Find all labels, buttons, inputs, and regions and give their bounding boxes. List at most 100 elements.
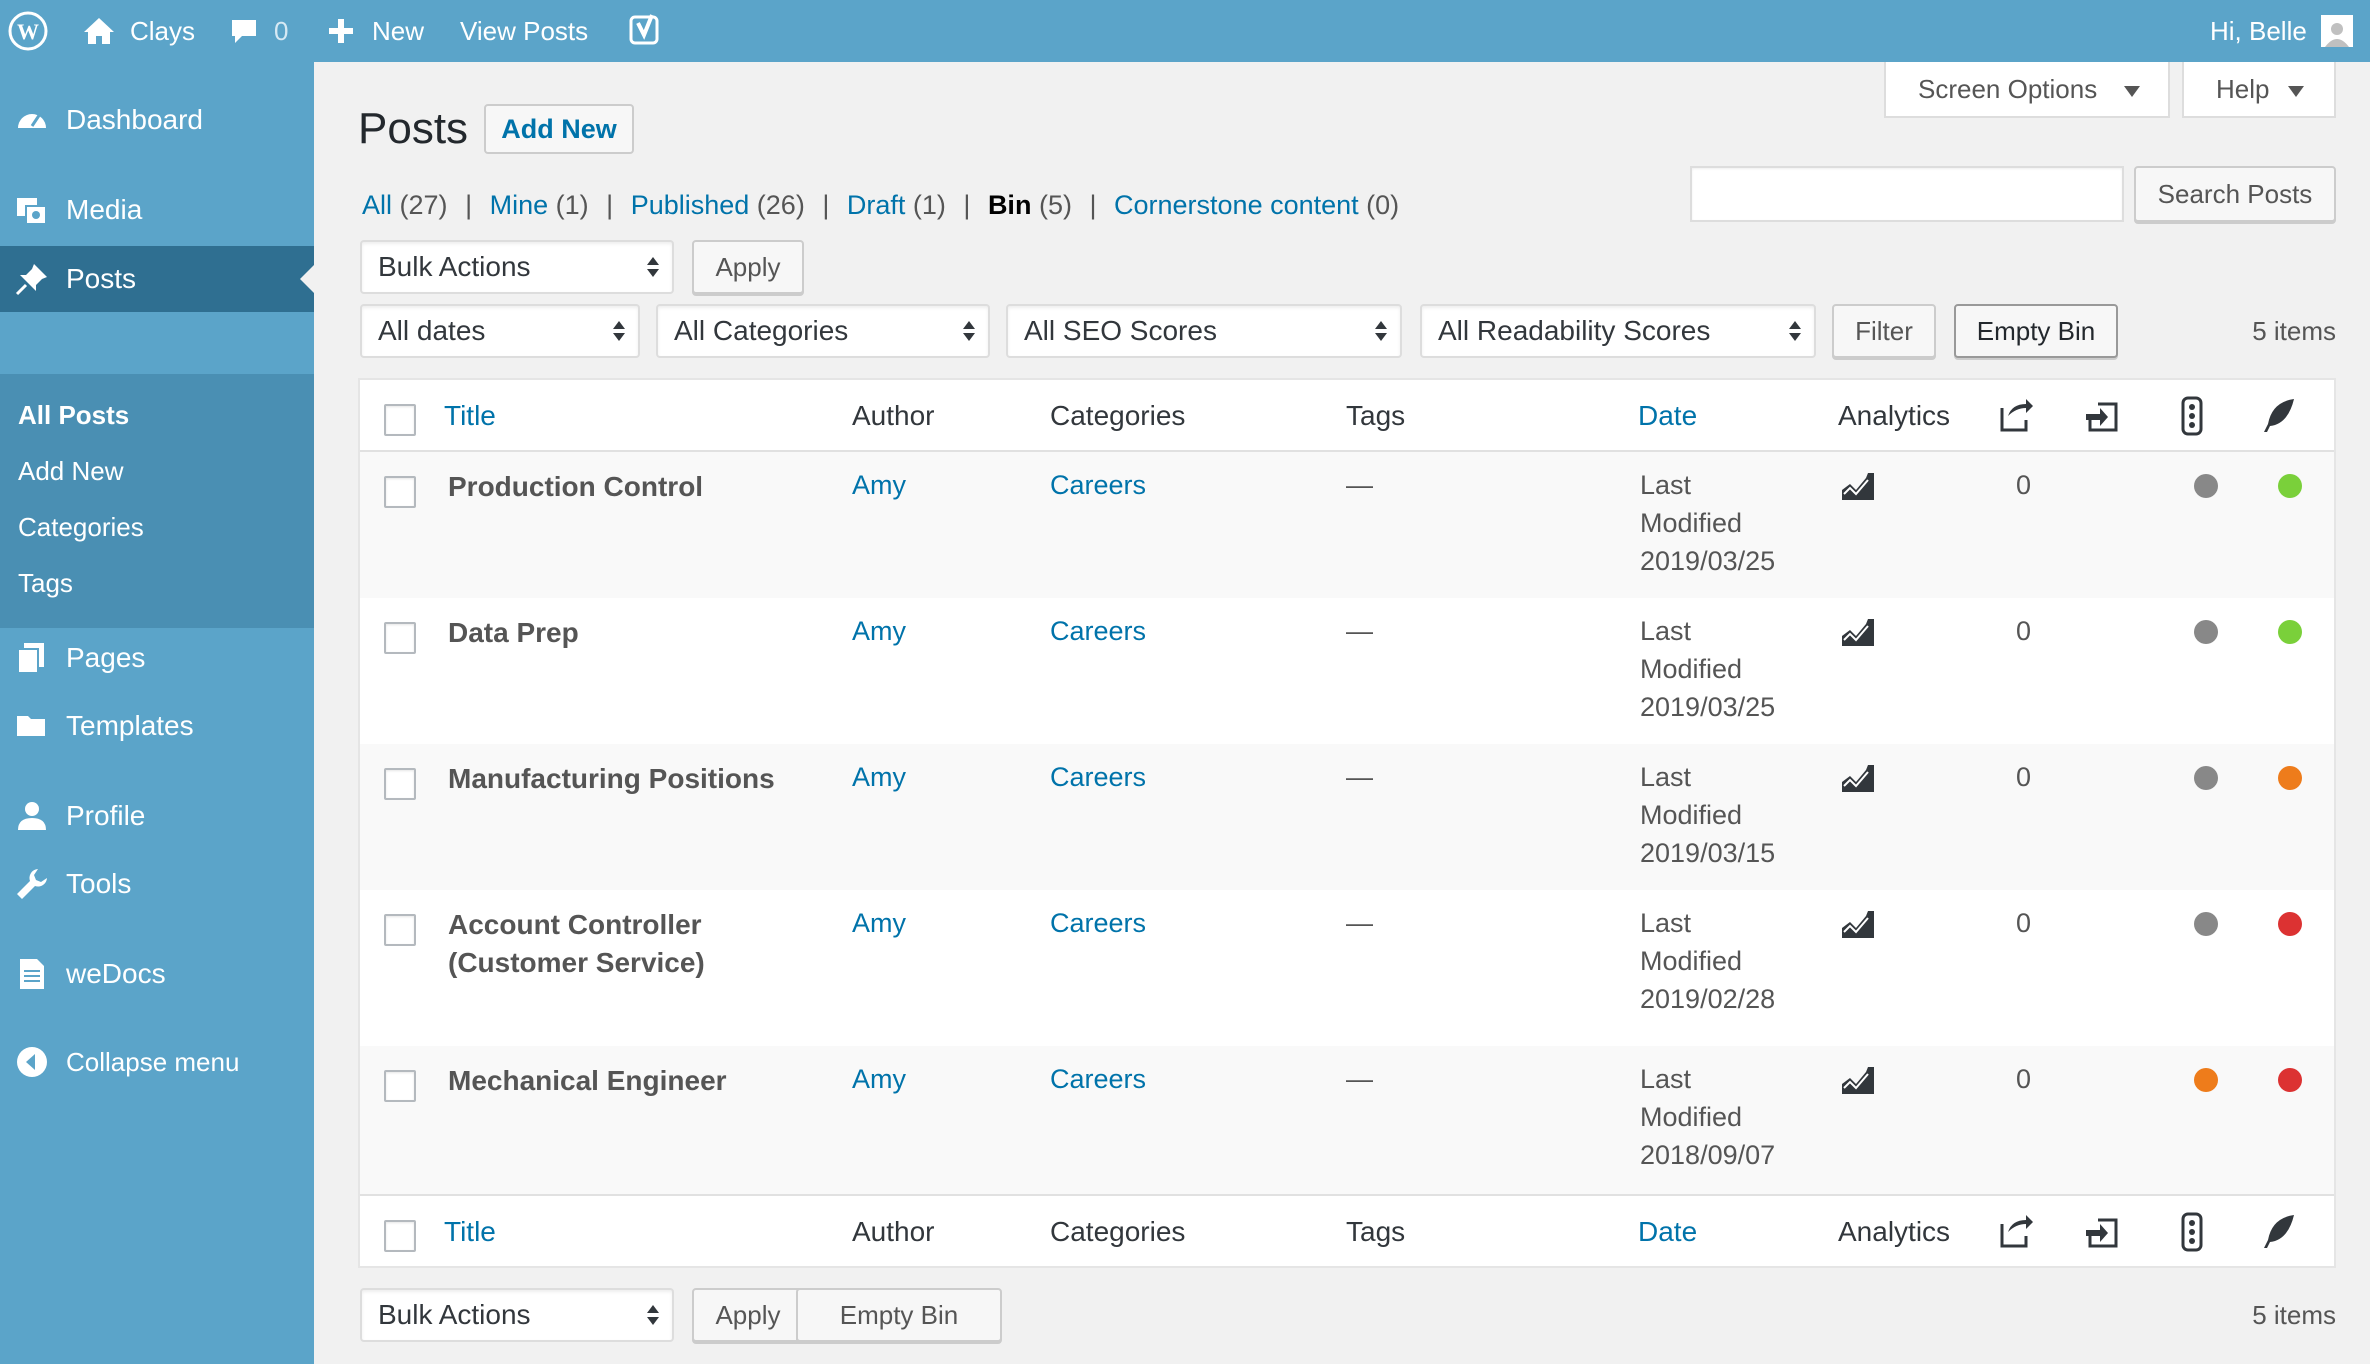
menu-tools[interactable]: Tools — [0, 854, 314, 914]
post-title[interactable]: Production Control — [448, 468, 808, 506]
menu-label: Templates — [66, 710, 194, 741]
row-checkbox[interactable] — [384, 476, 416, 508]
category-filter-select[interactable]: All Categories — [656, 304, 990, 358]
menu-label: Dashboard — [66, 104, 203, 135]
link-count: 0 — [2016, 762, 2032, 792]
column-date[interactable]: Date — [1638, 400, 1697, 432]
items-count-bottom: 5 items — [2252, 1300, 2336, 1330]
select-all-checkbox[interactable] — [384, 1220, 416, 1252]
post-title[interactable]: Data Prep — [448, 614, 808, 652]
post-category[interactable]: Careers — [1050, 762, 1146, 793]
apply-button-bottom[interactable]: Apply — [692, 1288, 804, 1342]
column-title[interactable]: Title — [444, 1216, 496, 1248]
menu-label: Profile — [66, 800, 146, 831]
column-categories: Categories — [1050, 1216, 1186, 1247]
apply-button[interactable]: Apply — [692, 240, 804, 294]
column-author: Author — [852, 1216, 935, 1247]
submenu-add-new[interactable]: Add New — [18, 456, 124, 487]
menu-templates[interactable]: Templates — [0, 696, 314, 756]
readability-filter-select[interactable]: All Readability Scores — [1420, 304, 1816, 358]
readability-score-dot — [2278, 474, 2302, 498]
view-published-link[interactable]: Published — [631, 190, 750, 220]
link-count: 0 — [2016, 470, 2032, 500]
post-category[interactable]: Careers — [1050, 908, 1146, 939]
row-checkbox[interactable] — [384, 622, 416, 654]
view-bin-link[interactable]: Bin — [988, 190, 1032, 220]
filter-button[interactable]: Filter — [1832, 304, 1936, 358]
bulk-actions-select-bottom[interactable]: Bulk Actions — [360, 1288, 674, 1342]
seo-filter-select[interactable]: All SEO Scores — [1006, 304, 1402, 358]
table-row: Production Control Amy Careers — Last Mo… — [360, 452, 2334, 598]
readability-score-dot — [2278, 620, 2302, 644]
date-value: 2019/03/25 — [1640, 692, 1776, 722]
add-new-button[interactable]: Add New — [484, 104, 634, 154]
bulk-actions-value: Bulk Actions — [378, 1299, 531, 1330]
menu-dashboard[interactable]: Dashboard — [0, 90, 314, 150]
analytics-chart-icon[interactable] — [1840, 908, 1876, 940]
submenu-all-posts[interactable]: All Posts — [18, 400, 129, 431]
column-title[interactable]: Title — [444, 400, 496, 432]
menu-posts[interactable]: Posts — [0, 246, 314, 312]
submenu-tags[interactable]: Tags — [18, 568, 73, 599]
analytics-chart-icon[interactable] — [1840, 470, 1876, 502]
post-tags: — — [1346, 908, 1373, 938]
readability-score-dot — [2278, 912, 2302, 936]
post-author[interactable]: Amy — [852, 908, 906, 939]
row-checkbox[interactable] — [384, 768, 416, 800]
post-author[interactable]: Amy — [852, 616, 906, 647]
search-input[interactable] — [1690, 166, 2124, 222]
submenu-categories[interactable]: Categories — [18, 512, 144, 543]
date-value: 2019/02/28 — [1640, 984, 1776, 1014]
screen-options-label: Screen Options — [1918, 73, 2098, 104]
new-content-link[interactable]: New — [326, 0, 424, 62]
empty-bin-button[interactable]: Empty Bin — [1954, 304, 2118, 358]
site-home-link[interactable]: Clays — [82, 0, 195, 62]
post-author[interactable]: Amy — [852, 1064, 906, 1095]
post-category[interactable]: Careers — [1050, 1064, 1146, 1095]
comments-link[interactable]: 0 — [228, 0, 288, 62]
post-category[interactable]: Careers — [1050, 470, 1146, 501]
screen-options-button[interactable]: Screen Options — [1884, 62, 2170, 118]
analytics-chart-icon[interactable] — [1840, 762, 1876, 794]
posts-submenu: All Posts Add New Categories Tags — [0, 374, 314, 628]
analytics-chart-icon[interactable] — [1840, 1064, 1876, 1096]
quill-icon — [2264, 1215, 2294, 1248]
category-filter-value: All Categories — [674, 315, 849, 346]
post-title[interactable]: Account Controller (Customer Service) — [448, 906, 778, 982]
bulk-actions-select[interactable]: Bulk Actions — [360, 240, 674, 294]
yoast-icon[interactable] — [628, 0, 664, 62]
column-date[interactable]: Date — [1638, 1216, 1697, 1248]
seo-score-dot — [2194, 766, 2218, 790]
column-analytics: Analytics — [1838, 400, 1951, 431]
post-title[interactable]: Manufacturing Positions — [448, 760, 808, 798]
greeting: Hi, Belle — [2210, 15, 2307, 46]
post-title[interactable]: Mechanical Engineer — [448, 1062, 808, 1100]
select-all-checkbox[interactable] — [384, 404, 416, 436]
traffic-light-icon — [2181, 1212, 2203, 1252]
view-posts-link[interactable]: View Posts — [460, 0, 588, 62]
menu-pages[interactable]: Pages — [0, 628, 314, 688]
menu-wedocs[interactable]: weDocs — [0, 944, 314, 1004]
collapse-menu-button[interactable]: Collapse menu — [0, 1032, 314, 1092]
empty-bin-button-bottom[interactable]: Empty Bin — [796, 1288, 1002, 1342]
menu-profile[interactable]: Profile — [0, 786, 314, 846]
post-category[interactable]: Careers — [1050, 616, 1146, 647]
view-cornerstone-link[interactable]: Cornerstone content — [1114, 190, 1359, 220]
wordpress-logo-icon[interactable]: W — [8, 0, 48, 62]
row-checkbox[interactable] — [384, 1070, 416, 1102]
view-all-link[interactable]: All — [362, 190, 392, 220]
table-row: Mechanical Engineer Amy Careers — Last M… — [360, 1046, 2334, 1194]
row-checkbox[interactable] — [384, 914, 416, 946]
view-mine-link[interactable]: Mine — [490, 190, 549, 220]
help-button[interactable]: Help — [2182, 62, 2336, 118]
help-label: Help — [2216, 73, 2270, 104]
post-author[interactable]: Amy — [852, 762, 906, 793]
my-account[interactable]: Hi, Belle — [2210, 0, 2353, 62]
date-filter-select[interactable]: All dates — [360, 304, 640, 358]
menu-media[interactable]: Media — [0, 180, 314, 240]
view-published-count: (26) — [756, 190, 805, 220]
view-draft-link[interactable]: Draft — [847, 190, 906, 220]
analytics-chart-icon[interactable] — [1840, 616, 1876, 648]
search-posts-button[interactable]: Search Posts — [2134, 166, 2336, 222]
post-author[interactable]: Amy — [852, 470, 906, 501]
